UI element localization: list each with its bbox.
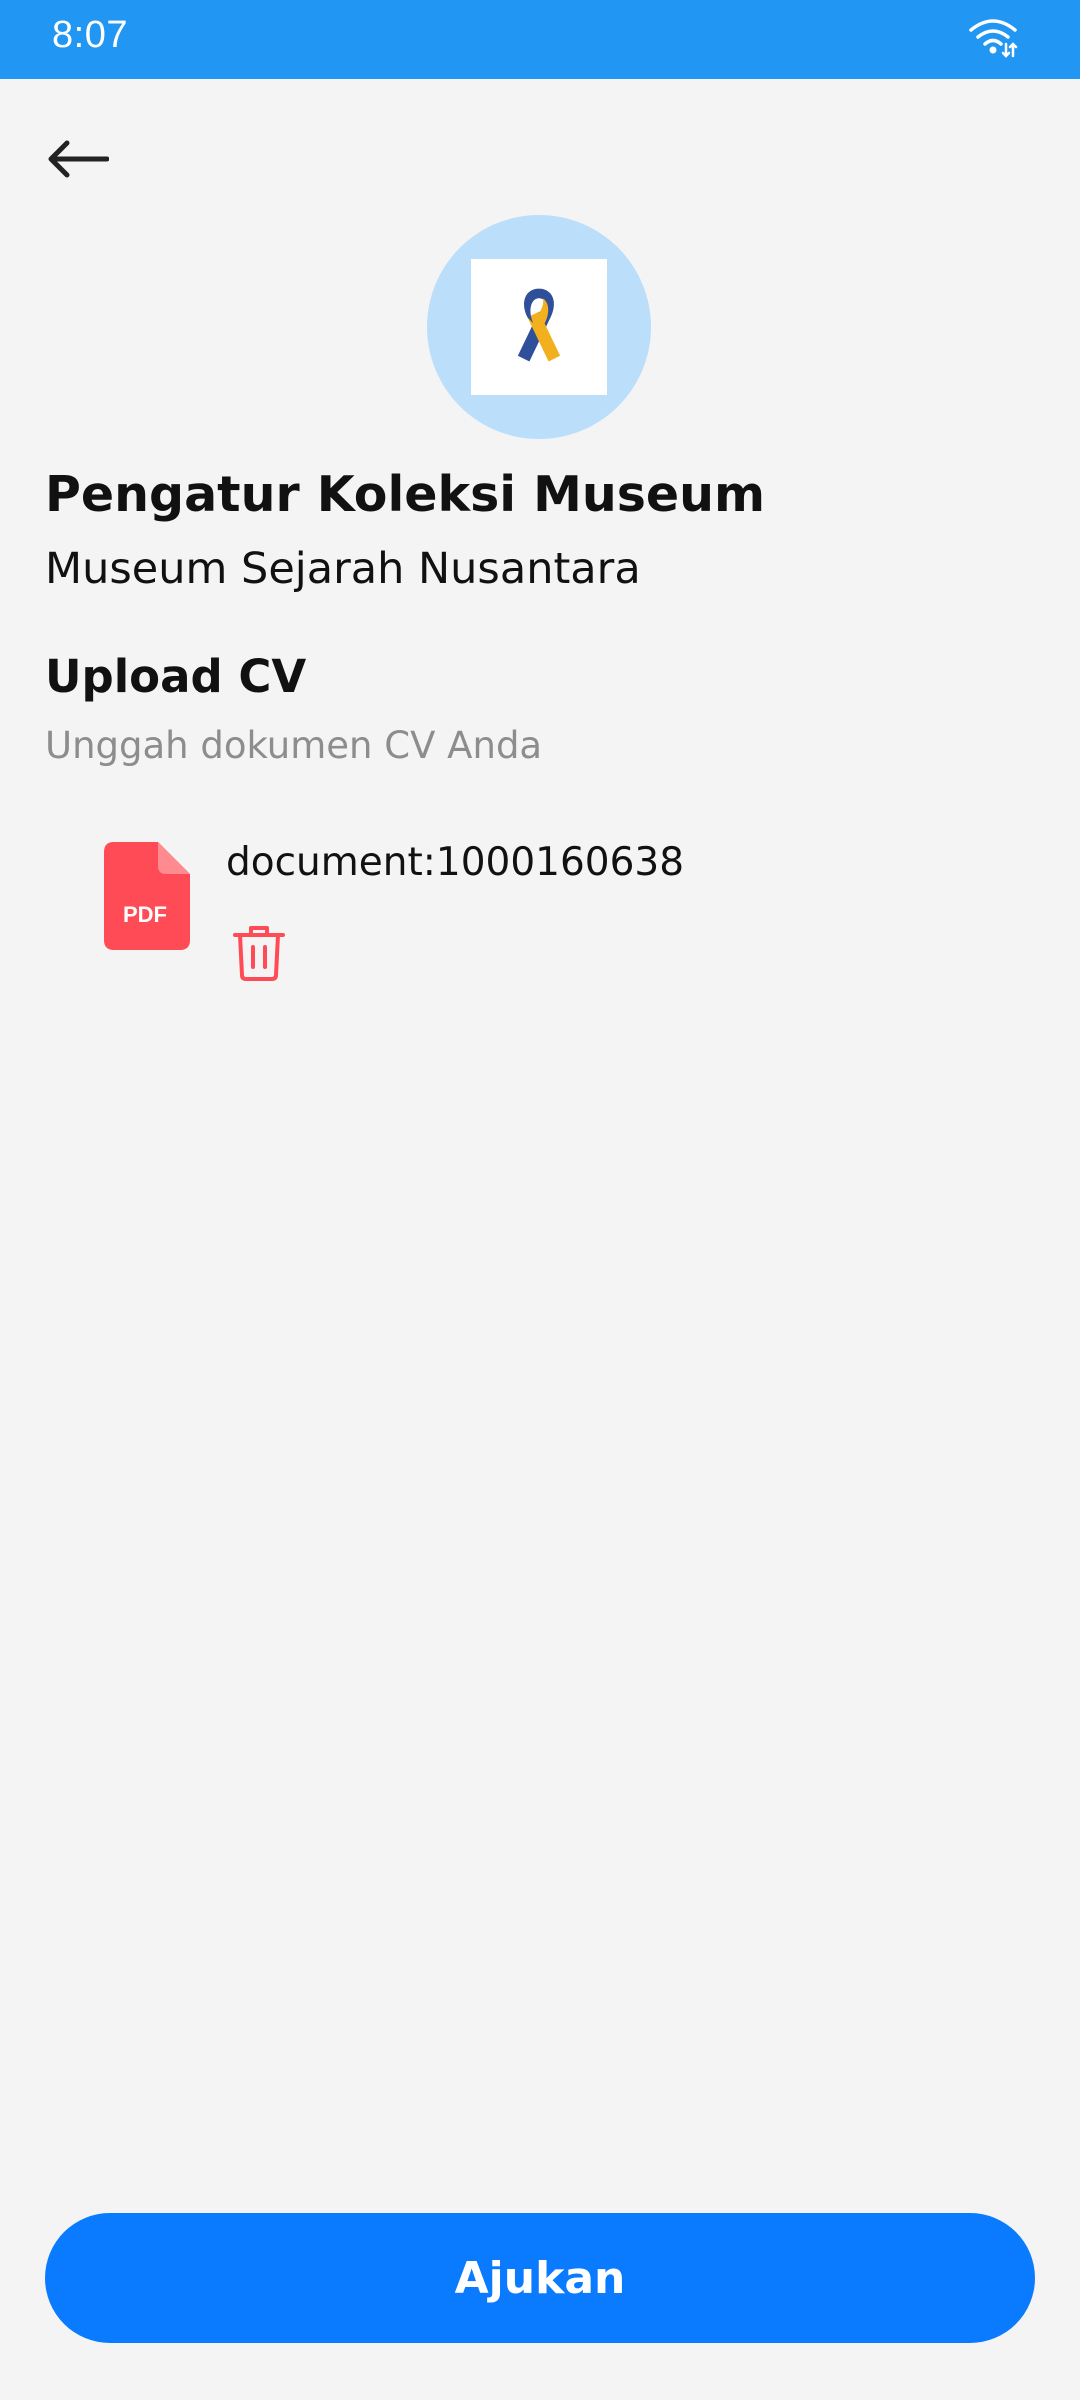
upload-cv-title: Upload CV [45, 650, 307, 703]
status-time: 8:07 [52, 14, 128, 56]
awareness-ribbon-icon [517, 288, 561, 362]
company-logo [427, 215, 651, 439]
pdf-icon-label: PDF [123, 902, 167, 927]
delete-file-button[interactable] [226, 920, 292, 986]
submit-button[interactable]: Ajukan [45, 2213, 1035, 2343]
upload-cv-subtitle: Unggah dokumen CV Anda [45, 724, 543, 767]
status-bar: 8:07 [0, 0, 1080, 79]
arrow-left-icon [48, 140, 109, 178]
trash-icon [233, 926, 285, 981]
wifi-icon [969, 19, 1018, 58]
company-logo-box [471, 259, 607, 395]
pdf-file-icon[interactable]: PDF [104, 842, 190, 950]
uploaded-file-name: document:1000160638 [226, 840, 685, 885]
back-button[interactable] [36, 124, 120, 194]
company-name: Museum Sejarah Nusantara [45, 544, 641, 594]
job-title: Pengatur Koleksi Museum [45, 466, 766, 523]
